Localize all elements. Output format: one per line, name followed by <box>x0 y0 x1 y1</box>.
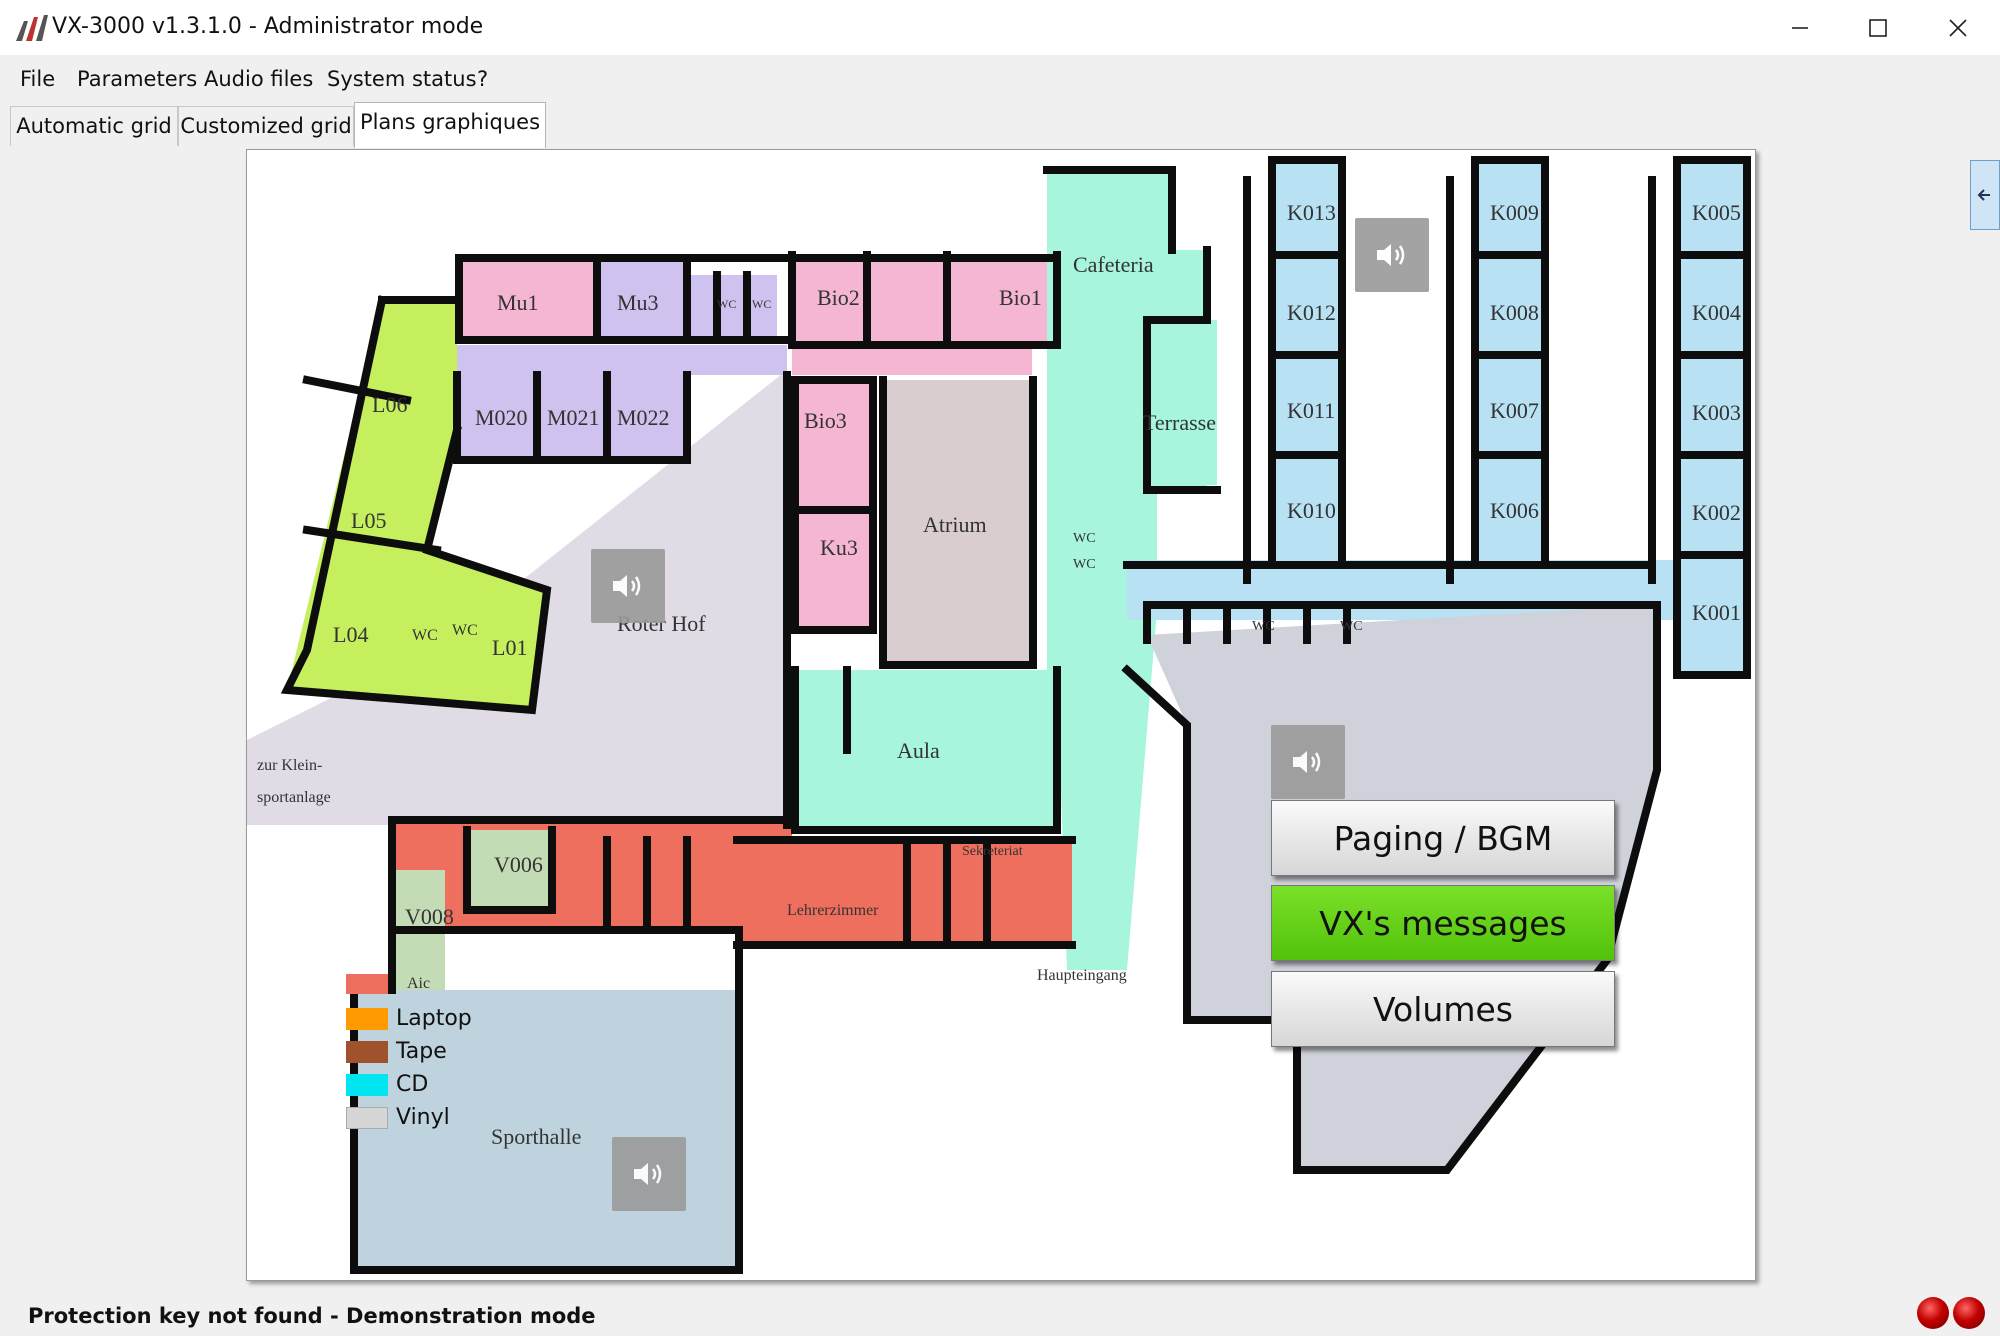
menu-system-status[interactable]: System status <box>327 66 477 92</box>
speaker-zone-hall[interactable] <box>1271 725 1345 799</box>
room-wc-b: WC <box>752 297 771 311</box>
room-k008: K008 <box>1490 300 1539 325</box>
room-k009: K009 <box>1490 200 1539 225</box>
room-mu1: Mu1 <box>497 290 539 315</box>
room-k006: K006 <box>1490 498 1539 523</box>
tab-customized-grid[interactable]: Customized grid <box>178 106 354 146</box>
room-m022: M022 <box>617 405 670 430</box>
room-haupteingang: Haupteingang <box>1037 967 1127 984</box>
room-k007: K007 <box>1490 398 1539 423</box>
room-terrasse: Terrasse <box>1143 410 1216 435</box>
volumes-button[interactable]: Volumes <box>1271 971 1615 1047</box>
room-cafeteria: Cafeteria <box>1073 252 1154 277</box>
speaker-icon <box>634 1163 662 1185</box>
room-lehrerzimmer: Lehrerzimmer <box>787 902 879 919</box>
speaker-icon <box>1293 751 1321 773</box>
menu-parameters[interactable]: Parameters <box>77 66 197 92</box>
status-bar: Protection key not found - Demonstration… <box>0 1298 2000 1336</box>
room-k003: K003 <box>1692 400 1741 425</box>
room-l01: L01 <box>492 635 527 660</box>
status-led-1 <box>1917 1297 1949 1329</box>
room-ku3: Ku3 <box>820 535 858 560</box>
side-panel-toggle[interactable] <box>1970 160 2000 230</box>
room-aula: Aula <box>897 738 940 763</box>
close-icon <box>1949 18 1967 37</box>
room-wc-g: WC <box>1252 619 1275 634</box>
room-k012: K012 <box>1287 300 1336 325</box>
room-k005: K005 <box>1692 200 1741 225</box>
legend-label-tape: Tape <box>396 1039 447 1064</box>
speaker-icon <box>613 575 641 597</box>
menu-help[interactable]: ? <box>477 66 488 92</box>
room-v008: V008 <box>405 904 454 929</box>
room-l06: L06 <box>372 392 407 417</box>
status-text: Protection key not found - Demonstration… <box>28 1304 596 1328</box>
room-zur-klein-line1: zur Klein- <box>257 757 322 774</box>
legend-swatch-laptop <box>346 1008 388 1030</box>
floor-plan-map: Mu1 Mu3 WC WC Bio2 Bio1 Cafeteria L06 L0… <box>247 156 1751 1274</box>
maximize-button[interactable] <box>1838 0 1918 55</box>
close-button[interactable] <box>1918 0 1998 55</box>
speaker-zone-k-wing[interactable] <box>1355 218 1429 292</box>
room-wc-h: WC <box>1340 619 1363 634</box>
room-l05: L05 <box>351 508 386 533</box>
legend-label-laptop: Laptop <box>396 1006 472 1031</box>
room-bio1: Bio1 <box>999 285 1042 310</box>
tab-plans-graphiques[interactable]: Plans graphiques <box>354 102 546 148</box>
menu-file[interactable]: File <box>20 66 55 92</box>
room-m021: M021 <box>547 405 600 430</box>
tab-automatic-grid[interactable]: Automatic grid <box>10 106 178 146</box>
minimize-icon <box>1792 26 1808 29</box>
room-wc-e: WC <box>1073 531 1096 546</box>
room-l04: L04 <box>333 622 368 647</box>
room-k013: K013 <box>1287 200 1336 225</box>
minimize-button[interactable] <box>1760 0 1840 55</box>
menu-bar: File Parameters Audio files System statu… <box>0 56 2000 100</box>
room-atrium: Atrium <box>923 512 987 537</box>
status-led-2 <box>1953 1297 1985 1329</box>
room-wc-a: WC <box>717 297 736 311</box>
maximize-icon <box>1869 18 1887 37</box>
room-sekreteriat: Sekreteriat <box>962 844 1023 859</box>
room-m020: M020 <box>475 405 528 430</box>
room-k004: K004 <box>1692 300 1741 325</box>
paging-bgm-button[interactable]: Paging / BGM <box>1271 800 1615 876</box>
vx-messages-button[interactable]: VX's messages <box>1271 885 1615 961</box>
room-bio2: Bio2 <box>817 285 860 310</box>
room-mu3: Mu3 <box>617 290 659 315</box>
legend-swatch-cd <box>346 1074 388 1096</box>
room-v006: V006 <box>494 852 543 877</box>
legend-label-cd: CD <box>396 1072 429 1097</box>
app-logo-icon <box>16 15 48 41</box>
room-wc-c: WC <box>412 627 438 644</box>
room-k010: K010 <box>1287 498 1336 523</box>
room-aic: Aic <box>407 975 430 992</box>
floor-plan-panel: Mu1 Mu3 WC WC Bio2 Bio1 Cafeteria L06 L0… <box>246 149 1756 1281</box>
legend-swatch <box>346 974 388 994</box>
title-bar: VX-3000 v1.3.1.0 - Administrator mode <box>0 0 2000 55</box>
room-k001: K001 <box>1692 600 1741 625</box>
legend-swatch-tape <box>346 1041 388 1063</box>
legend-label-vinyl: Vinyl <box>396 1105 450 1130</box>
room-zur-klein-line2: sportanlage <box>257 789 331 806</box>
room-wc-d: WC <box>452 622 478 639</box>
room-k011: K011 <box>1287 398 1335 423</box>
zone-bio-corridor <box>792 345 1032 375</box>
speaker-icon <box>1377 244 1405 266</box>
room-wc-f: WC <box>1073 557 1096 572</box>
legend-swatch-vinyl <box>346 1107 388 1129</box>
zone-terrasse <box>1147 320 1217 485</box>
zone-corridor-purple <box>457 345 787 375</box>
window-title: VX-3000 v1.3.1.0 - Administrator mode <box>52 14 484 39</box>
menu-audio-files[interactable]: Audio files <box>204 66 313 92</box>
room-k002: K002 <box>1692 500 1741 525</box>
speaker-zone-roter-hof[interactable] <box>591 549 665 623</box>
room-sporthalle: Sporthalle <box>491 1124 581 1149</box>
room-bio3: Bio3 <box>804 408 847 433</box>
speaker-zone-sporthalle[interactable] <box>612 1137 686 1211</box>
arrow-left-icon <box>1977 189 1990 201</box>
